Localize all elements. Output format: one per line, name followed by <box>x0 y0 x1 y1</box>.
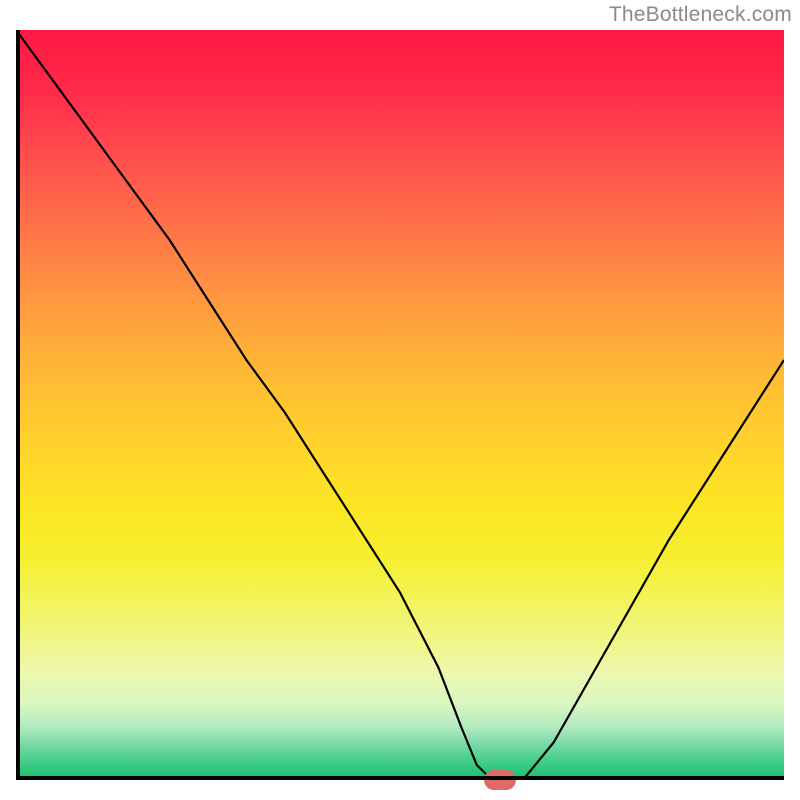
watermark-text: TheBottleneck.com <box>609 3 792 27</box>
bottleneck-curve <box>16 30 784 780</box>
bottleneck-optimum-marker <box>484 770 516 790</box>
plot-area <box>16 30 784 780</box>
